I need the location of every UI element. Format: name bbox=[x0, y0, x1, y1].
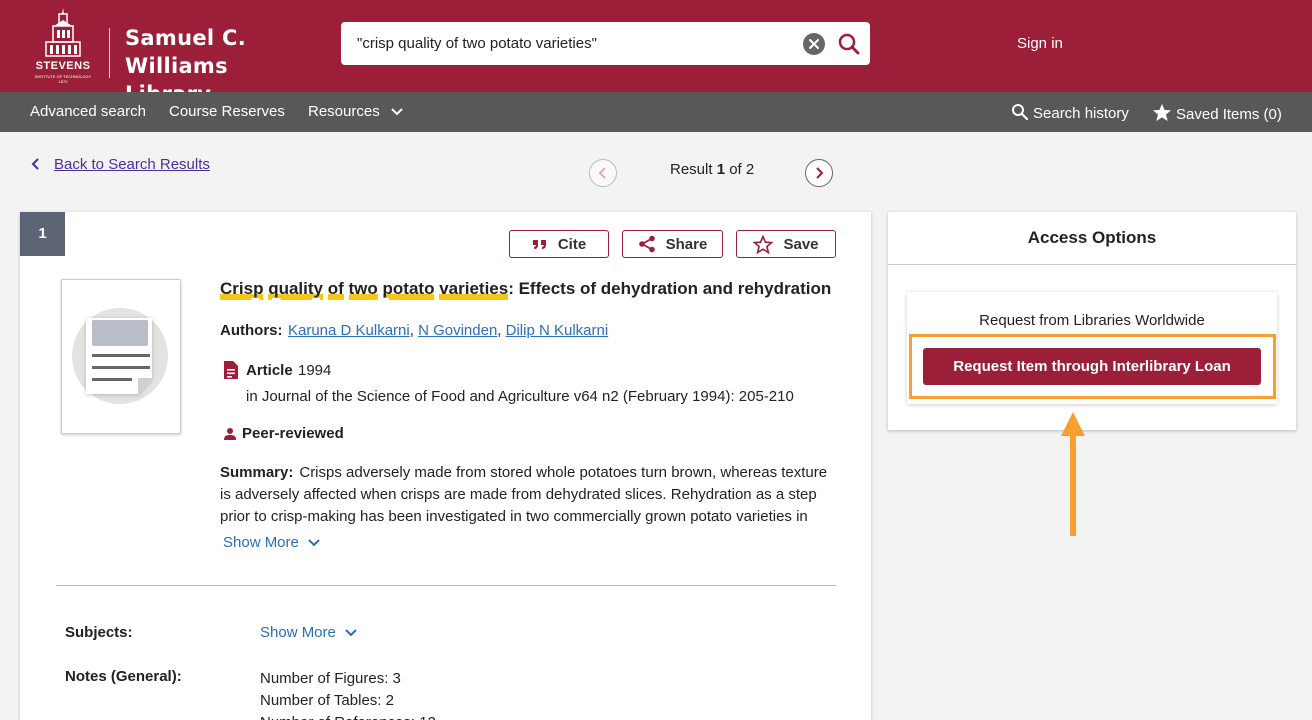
sign-in-link[interactable]: Sign in bbox=[1017, 35, 1063, 52]
site-header: STEVENS INSTITUTE OF TECHNOLOGY 1870 Sam… bbox=[0, 0, 1312, 106]
show-more-label: Show More bbox=[223, 534, 299, 551]
library-name-line1: Samuel C. bbox=[125, 26, 246, 50]
nav-search-history[interactable]: Search history bbox=[1011, 103, 1129, 122]
authors-label: Authors: bbox=[220, 322, 283, 339]
title-highlight-term: Crisp bbox=[220, 279, 264, 298]
result-total: of 2 bbox=[729, 161, 755, 178]
save-button[interactable]: Save bbox=[736, 230, 836, 258]
search-box bbox=[341, 22, 870, 65]
chevron-left-icon bbox=[31, 158, 39, 170]
title-highlight-term: of bbox=[327, 279, 344, 298]
author-link[interactable]: Dilip N Kulkarni bbox=[506, 322, 609, 339]
next-result-button[interactable] bbox=[805, 159, 833, 187]
result-current: 1 bbox=[716, 161, 726, 178]
author-link[interactable]: N Govinden bbox=[418, 322, 497, 339]
title-rest: : Effects of dehydration and rehydration bbox=[508, 279, 832, 298]
logo-name: STEVENS bbox=[35, 60, 91, 72]
publication-year: 1994 bbox=[298, 362, 332, 379]
record-thumbnail[interactable] bbox=[61, 279, 181, 434]
subjects-show-more[interactable]: Show More bbox=[260, 624, 358, 641]
star-icon bbox=[1153, 104, 1171, 121]
share-label: Share bbox=[665, 235, 708, 253]
share-icon bbox=[638, 235, 655, 253]
note-item: Number of Tables: 2 bbox=[260, 692, 394, 709]
person-icon bbox=[224, 428, 236, 440]
library-logo[interactable]: STEVENS INSTITUTE OF TECHNOLOGY 1870 Sam… bbox=[30, 6, 300, 106]
summary-text: Crisps adversely made from stored whole … bbox=[220, 464, 828, 525]
record-card: 1 Cite Share Save Crisp quality of two p… bbox=[20, 212, 871, 720]
history-search-icon bbox=[1012, 104, 1029, 121]
nav-search-history-label: Search history bbox=[1033, 105, 1129, 122]
summary: Summary: Crisps adversely made from store… bbox=[220, 462, 832, 528]
title-highlight-term: potato bbox=[382, 279, 435, 298]
access-divider bbox=[888, 264, 1296, 265]
save-label: Save bbox=[783, 235, 819, 253]
nav-advanced-search[interactable]: Advanced search bbox=[30, 103, 146, 120]
previous-result-button[interactable] bbox=[589, 159, 617, 187]
article-icon bbox=[224, 361, 238, 379]
result-prefix: Result bbox=[670, 161, 713, 178]
nav-saved-items[interactable]: Saved Items (0) bbox=[1152, 103, 1282, 123]
logo-subtitle: INSTITUTE OF TECHNOLOGY 1870 bbox=[34, 74, 92, 84]
peer-reviewed-label: Peer-reviewed bbox=[242, 425, 344, 442]
stevens-seal: STEVENS INSTITUTE OF TECHNOLOGY 1870 bbox=[30, 6, 96, 86]
subjects-label: Subjects: bbox=[65, 624, 133, 641]
notes-label: Notes (General): bbox=[65, 668, 182, 685]
nav-course-reserves[interactable]: Course Reserves bbox=[169, 103, 285, 120]
section-divider bbox=[56, 585, 836, 586]
building-icon bbox=[45, 8, 81, 57]
search-icon[interactable] bbox=[837, 32, 861, 56]
cite-button[interactable]: Cite bbox=[509, 230, 609, 258]
record-title[interactable]: Crisp quality of two potato varieties: E… bbox=[220, 279, 840, 299]
logo-divider bbox=[109, 28, 110, 78]
chevron-down-icon bbox=[308, 539, 320, 547]
request-label: Request from Libraries Worldwide bbox=[979, 312, 1205, 329]
result-count: Result 1 of 2 bbox=[670, 161, 754, 178]
journal-citation: in Journal of the Science of Food and Ag… bbox=[246, 388, 794, 405]
title-highlight-term: two bbox=[348, 279, 378, 298]
title-highlight-term: quality bbox=[268, 279, 323, 298]
cite-label: Cite bbox=[557, 235, 587, 253]
author-list: Karuna D Kulkarni, N Govinden, Dilip N K… bbox=[288, 322, 609, 339]
star-outline-icon bbox=[753, 234, 774, 254]
arrow-up-icon bbox=[1061, 412, 1085, 536]
back-to-results-label: Back to Search Results bbox=[54, 156, 210, 173]
summary-label: Summary: bbox=[220, 464, 294, 481]
notes-list: Number of Figures: 3 Number of Tables: 2… bbox=[260, 668, 436, 720]
share-button[interactable]: Share bbox=[622, 230, 723, 258]
note-item: Number of Figures: 3 bbox=[260, 670, 401, 687]
format-type: Article bbox=[246, 362, 293, 379]
main-nav: Advanced search Course Reserves Resource… bbox=[0, 92, 1312, 132]
record-number-badge: 1 bbox=[20, 212, 65, 256]
nav-resources-label: Resources bbox=[308, 103, 380, 120]
chevron-left-icon bbox=[598, 167, 606, 179]
chevron-right-icon bbox=[816, 167, 824, 179]
author-link[interactable]: Karuna D Kulkarni bbox=[288, 322, 410, 339]
summary-show-more[interactable]: Show More bbox=[223, 534, 321, 551]
clear-search-icon[interactable] bbox=[803, 33, 825, 55]
search-input[interactable] bbox=[357, 22, 797, 65]
show-more-label: Show More bbox=[260, 624, 336, 641]
nav-resources[interactable]: Resources bbox=[308, 103, 404, 120]
title-highlight-term: varieties bbox=[439, 279, 509, 298]
quote-icon bbox=[532, 240, 546, 249]
document-icon bbox=[72, 308, 168, 404]
access-options-title: Access Options bbox=[1027, 228, 1157, 247]
nav-saved-items-label: Saved Items (0) bbox=[1176, 106, 1282, 123]
interlibrary-loan-button[interactable]: Request Item through Interlibrary Loan bbox=[923, 348, 1261, 385]
back-to-results-link[interactable]: Back to Search Results bbox=[30, 156, 210, 173]
chevron-down-icon bbox=[391, 108, 403, 116]
note-item: Number of References: 12 bbox=[260, 712, 436, 720]
chevron-down-icon bbox=[345, 629, 357, 637]
